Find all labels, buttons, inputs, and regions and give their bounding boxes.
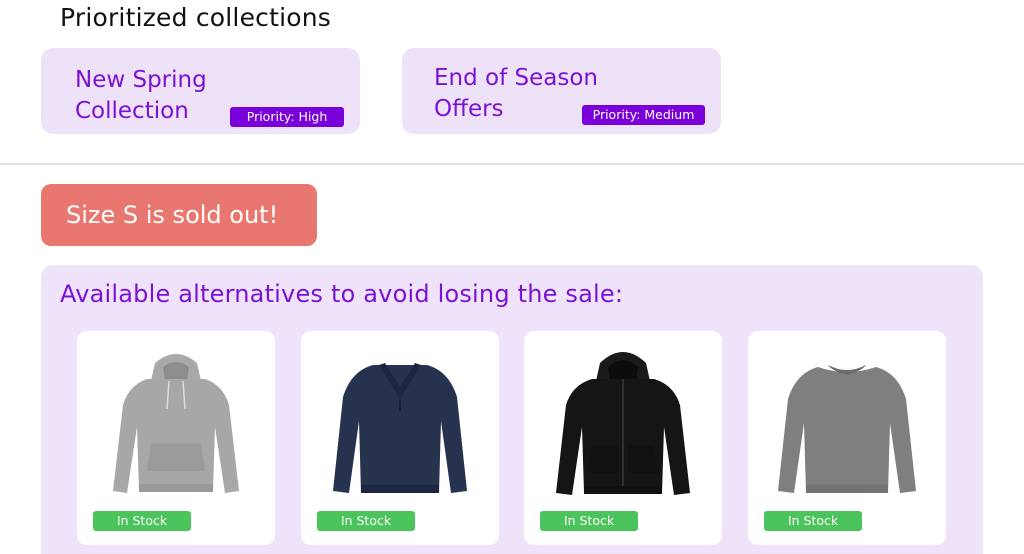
- product-card-navy-sweater[interactable]: In Stock: [301, 331, 499, 545]
- collection-name: New Spring Collection: [75, 67, 207, 124]
- black-hoodie-image: [556, 352, 690, 495]
- in-stock-badge: In Stock: [540, 511, 638, 531]
- priority-badge: Priority: Medium: [582, 105, 705, 125]
- alternatives-heading: Available alternatives to avoid losing t…: [60, 280, 624, 308]
- collection-card-end-of-season[interactable]: End of Season Offers Priority: Medium: [402, 48, 721, 134]
- product-card-black-hoodie[interactable]: In Stock: [524, 331, 722, 545]
- section-title: Prioritized collections: [60, 3, 332, 32]
- product-card-grey-hoodie[interactable]: In Stock: [77, 331, 275, 545]
- sold-out-alert: Size S is sold out!: [41, 184, 317, 246]
- section-divider: [0, 163, 1024, 165]
- product-card-grey-sweater[interactable]: In Stock: [748, 331, 946, 545]
- in-stock-badge: In Stock: [317, 511, 415, 531]
- alternatives-panel: Available alternatives to avoid losing t…: [41, 265, 983, 554]
- in-stock-badge: In Stock: [93, 511, 191, 531]
- grey-hoodie-image: [113, 354, 239, 493]
- navy-sweater-image: [333, 363, 467, 493]
- in-stock-badge: In Stock: [764, 511, 862, 531]
- alert-text: Size S is sold out!: [66, 201, 279, 229]
- page: Prioritized collections New Spring Colle…: [0, 0, 1024, 554]
- priority-badge: Priority: High: [230, 107, 344, 127]
- collection-card-new-spring[interactable]: New Spring Collection Priority: High: [41, 48, 360, 134]
- grey-sweater-image: [778, 365, 916, 493]
